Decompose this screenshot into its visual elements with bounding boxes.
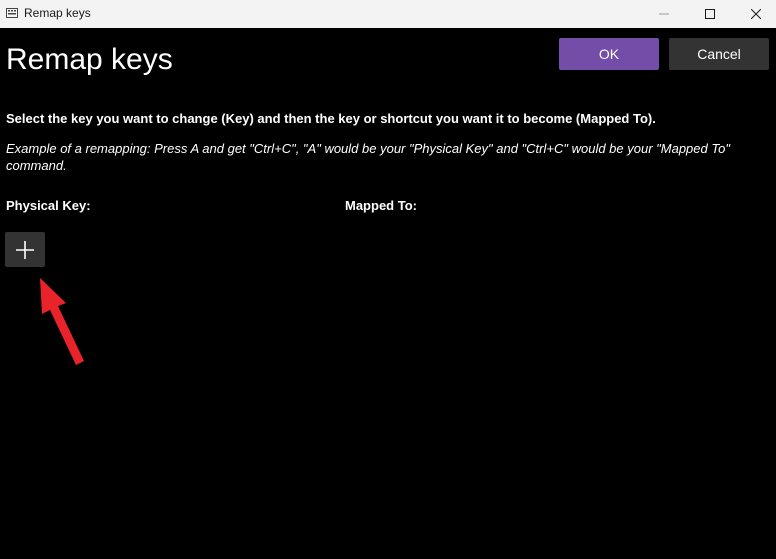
ok-button[interactable]: OK — [559, 38, 659, 70]
maximize-button[interactable] — [687, 0, 733, 28]
minimize-button[interactable] — [641, 0, 687, 28]
arrow-icon — [40, 278, 84, 365]
remap-keys-window: Remap keys Remap keys OK Cancel Select t… — [0, 0, 776, 559]
mapped-to-header: Mapped To: — [345, 198, 417, 213]
plus-icon — [16, 240, 34, 259]
window-title: Remap keys — [24, 6, 91, 20]
cancel-button[interactable]: Cancel — [669, 38, 769, 70]
title-bar[interactable]: Remap keys — [0, 0, 776, 28]
close-button[interactable] — [733, 0, 776, 28]
maximize-icon — [705, 9, 715, 19]
example-text: Example of a remapping: Press A and get … — [6, 141, 730, 173]
add-remapping-button[interactable] — [5, 232, 45, 267]
keyboard-icon — [6, 8, 18, 18]
physical-key-header: Physical Key: — [6, 198, 91, 213]
minimize-icon — [659, 13, 669, 15]
close-icon — [751, 9, 761, 19]
page-title: Remap keys — [6, 43, 173, 76]
instructions-text: Select the key you want to change (Key) … — [6, 111, 656, 126]
